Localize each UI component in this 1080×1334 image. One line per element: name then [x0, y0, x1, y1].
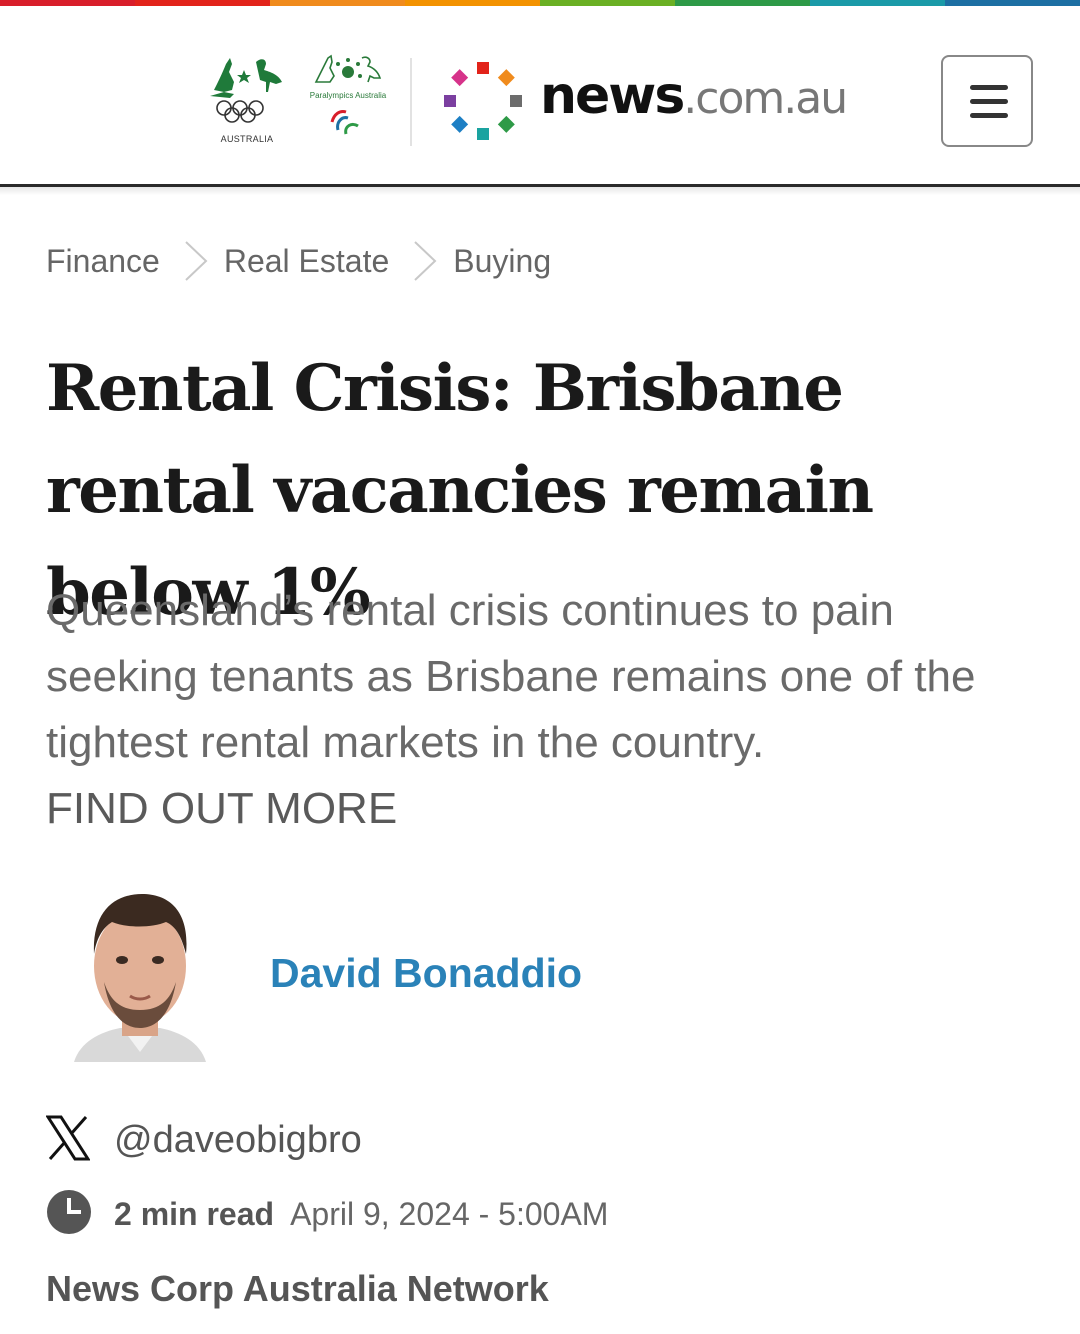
chevron-right-icon — [389, 236, 453, 286]
menu-button[interactable] — [941, 55, 1033, 147]
hamburger-bar-middle — [970, 99, 1008, 104]
breadcrumb-buying[interactable]: Buying — [453, 243, 551, 280]
brand-primary: news — [540, 66, 685, 126]
news-com-au-logo[interactable]: news .com.au — [540, 66, 848, 136]
clock-icon — [46, 1189, 92, 1240]
x-twitter-icon — [45, 1115, 91, 1166]
hamburger-bar-bottom — [970, 113, 1008, 118]
paralympic-logo-caption: Paralympics Australia — [309, 91, 387, 100]
brand-dot — [451, 115, 469, 133]
brand-dot — [444, 95, 456, 107]
author-avatar[interactable] — [70, 882, 210, 1068]
author-name-link[interactable]: David Bonaddio — [270, 950, 582, 997]
brand-dot — [510, 95, 522, 107]
article-meta: 2 min read April 9, 2024 - 5:00AM — [46, 1189, 609, 1240]
paralympics-australia-logo[interactable]: Paralympics Australia — [308, 52, 388, 148]
brand-dot — [497, 69, 515, 87]
news-brand-dots-icon — [444, 62, 522, 140]
brand-dot — [497, 115, 515, 133]
breadcrumb-finance[interactable]: Finance — [46, 243, 160, 280]
breadcrumb-real-estate[interactable]: Real Estate — [224, 243, 389, 280]
author-social[interactable]: @daveobigbro — [45, 1112, 362, 1168]
paralympics-emblem-icon — [314, 54, 382, 135]
header-shadow — [0, 187, 1080, 195]
social-handle: @daveobigbro — [114, 1118, 362, 1161]
article-standfirst: Queensland’s rental crisis continues to … — [46, 578, 1046, 842]
logo-divider — [410, 58, 412, 146]
standfirst-text: Queensland’s rental crisis continues to … — [46, 586, 976, 767]
site-header: AUSTRALIA Paralympics Australia news .co… — [0, 6, 1080, 184]
brand-dot — [477, 62, 489, 74]
kangaroo-emu-icon — [210, 58, 282, 123]
publisher-network: News Corp Australia Network — [46, 1268, 549, 1309]
breadcrumb: Finance Real Estate Buying — [46, 236, 551, 286]
brand-suffix: .com.au — [683, 73, 848, 124]
read-time: 2 min read — [114, 1195, 275, 1232]
olympic-logo-caption: AUSTRALIA — [220, 134, 274, 144]
chevron-right-icon — [160, 236, 224, 286]
find-out-more-link[interactable]: FIND OUT MORE — [46, 776, 1046, 842]
brand-dot — [477, 128, 489, 140]
hamburger-menu-icon — [970, 85, 1008, 90]
publish-date: April 9, 2024 - 5:00AM — [290, 1195, 609, 1232]
brand-dot — [451, 69, 469, 87]
australian-olympic-logo[interactable]: AUSTRALIA — [204, 52, 290, 148]
